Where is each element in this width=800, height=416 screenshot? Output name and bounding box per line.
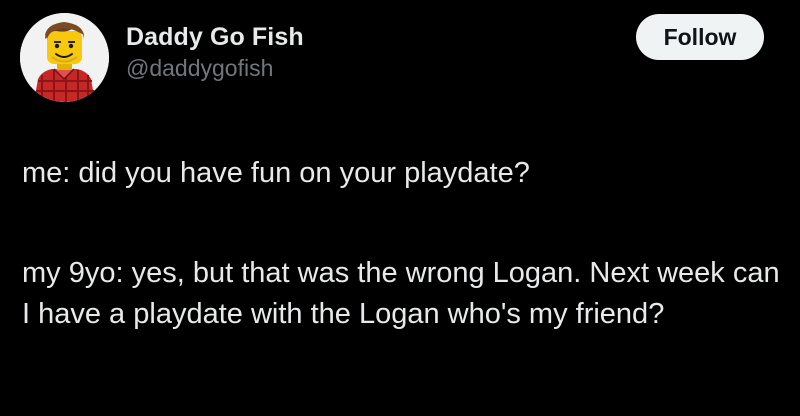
lego-minifigure-icon	[20, 13, 109, 102]
tweet-paragraph: me: did you have fun on your playdate?	[22, 157, 530, 189]
author-block: Daddy Go Fish @daddygofish	[126, 22, 304, 82]
display-name[interactable]: Daddy Go Fish	[126, 22, 304, 52]
tweet-paragraph: my 9yo: yes, but that was the wrong Loga…	[22, 257, 780, 330]
tweet-text: me: did you have fun on your playdate? m…	[22, 153, 782, 335]
tweet-card: Daddy Go Fish @daddygofish Follow me: di…	[0, 0, 800, 416]
follow-button[interactable]: Follow	[636, 14, 764, 60]
user-handle[interactable]: @daddygofish	[126, 54, 304, 82]
avatar[interactable]	[20, 13, 109, 102]
